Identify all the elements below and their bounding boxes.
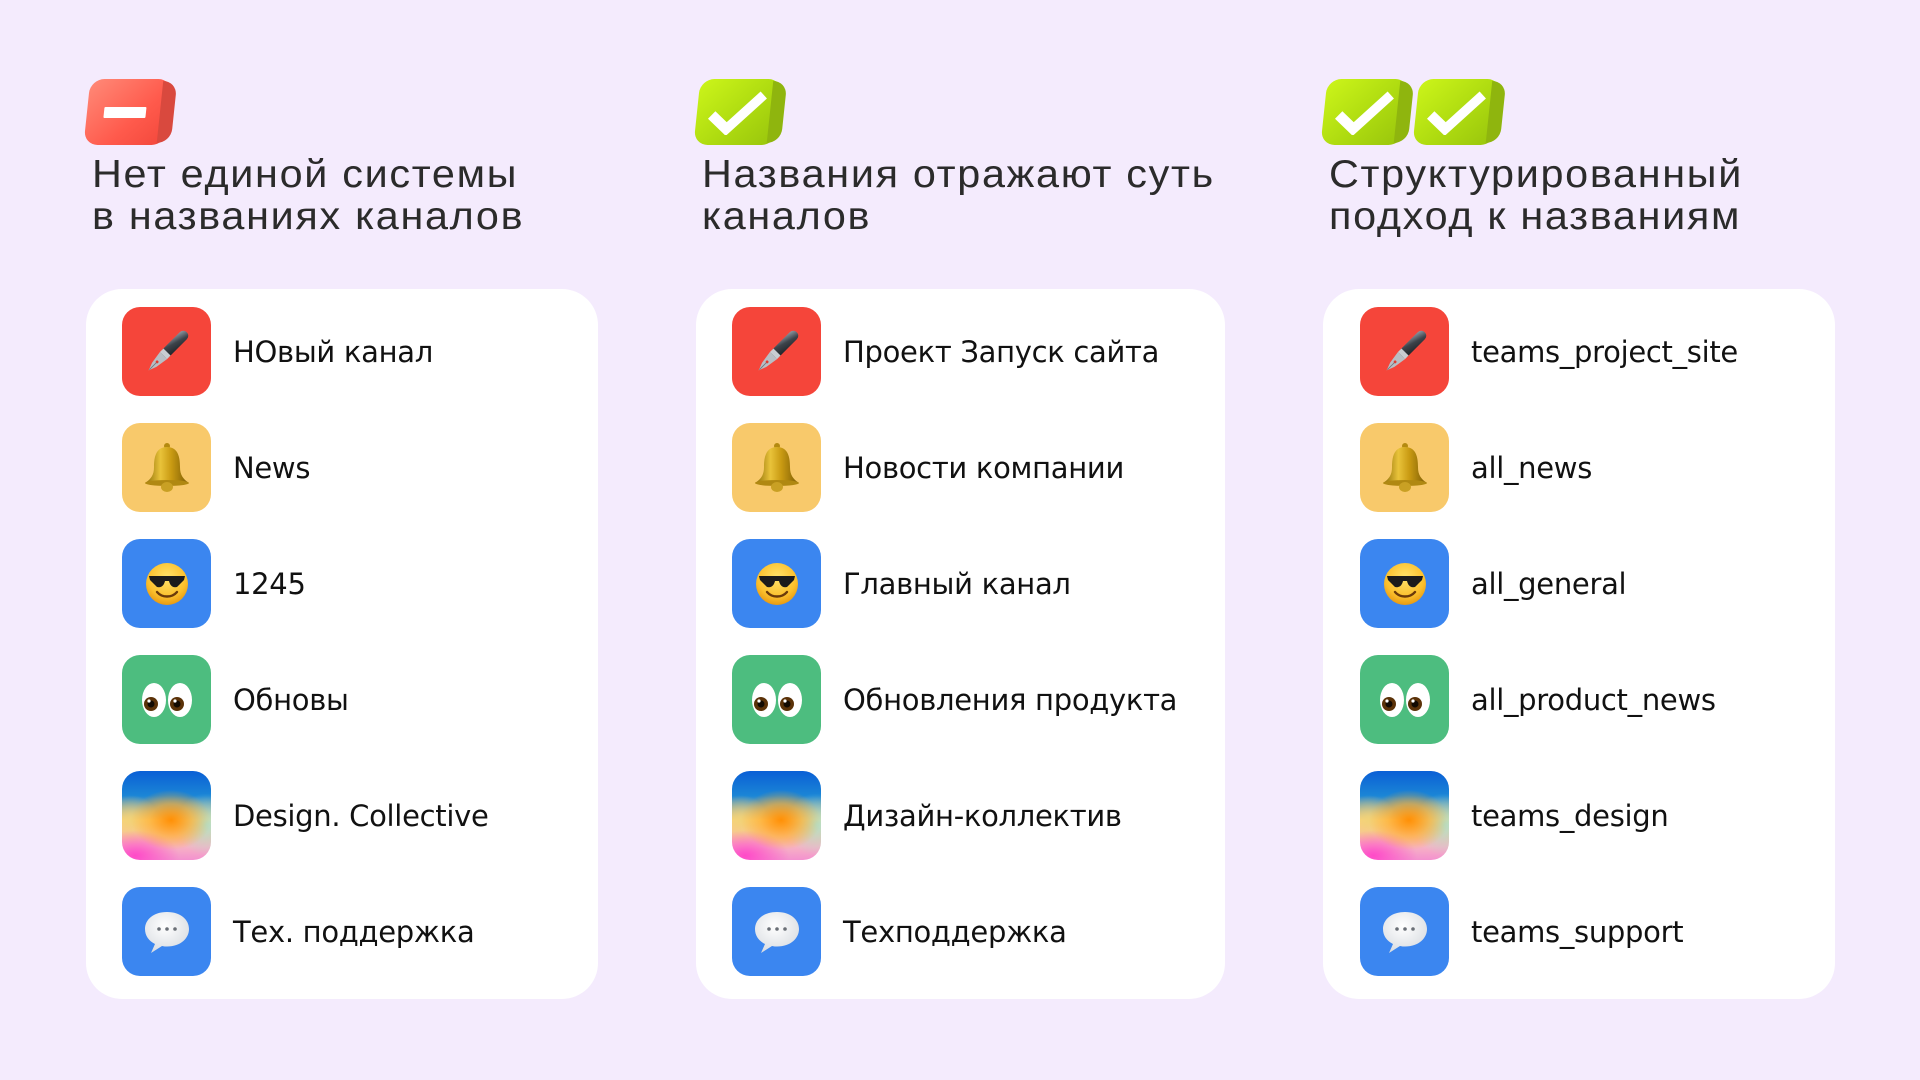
checkmark-icon [1426, 91, 1486, 135]
checkmark-icon [707, 91, 767, 135]
speech-bubble-icon [1382, 911, 1427, 953]
channel-avatar [1360, 539, 1449, 628]
channel-avatar [1360, 655, 1449, 744]
channel-avatar [122, 539, 211, 628]
eyes-icon [751, 682, 802, 717]
channel-list: Проект Запуск сайта Новости компании Гла… [732, 307, 1215, 1003]
channel-item[interactable]: Техподдержка [732, 887, 1215, 976]
channel-item[interactable]: all_product_news [1360, 655, 1825, 744]
channel-item[interactable]: Design. Collective [122, 771, 588, 860]
channel-list: teams_project_site all_news all_general [1360, 307, 1825, 1003]
sunglasses-smiley-icon [1383, 562, 1426, 605]
channel-name: Техподдержка [843, 914, 1067, 949]
column-badges [1320, 79, 1502, 147]
channel-list-card: НОвый канал News 1245 Обновы Design. Col… [86, 289, 598, 999]
channel-name: Тех. поддержка [233, 914, 475, 949]
channel-item[interactable]: teams_support [1360, 887, 1825, 976]
channel-avatar [732, 423, 821, 512]
bell-icon [1382, 442, 1427, 492]
channel-item[interactable]: Тех. поддержка [122, 887, 588, 976]
gradient-icon [732, 771, 821, 860]
bell-icon [754, 442, 799, 492]
sunglasses-smiley-icon [755, 562, 798, 605]
channel-name: НОвый канал [233, 334, 433, 369]
check-badge-icon [1320, 79, 1410, 145]
channel-avatar [732, 887, 821, 976]
channel-item[interactable]: Обновы [122, 655, 588, 744]
eyes-icon [141, 682, 192, 717]
gradient-icon [122, 771, 211, 860]
channel-item[interactable]: Новости компании [732, 423, 1215, 512]
channel-avatar [122, 771, 211, 860]
channel-name: Дизайн-коллектив [843, 798, 1122, 833]
channel-item[interactable]: teams_design [1360, 771, 1825, 860]
channel-avatar [1360, 423, 1449, 512]
channel-avatar [1360, 887, 1449, 976]
channel-avatar [1360, 771, 1449, 860]
minus-badge-icon [83, 79, 173, 145]
channel-name: News [233, 450, 311, 485]
channel-name: all_news [1471, 450, 1593, 485]
eyes-icon [1379, 682, 1430, 717]
channel-item[interactable]: Дизайн-коллектив [732, 771, 1215, 860]
channel-list-card: teams_project_site all_news all_general [1323, 289, 1835, 999]
check-badge-icon [693, 79, 783, 145]
sunglasses-smiley-icon [145, 562, 188, 605]
channel-name: 1245 [233, 566, 306, 601]
channel-avatar [732, 771, 821, 860]
channel-avatar [1360, 307, 1449, 396]
minus-bar [103, 107, 147, 118]
channel-list: НОвый канал News 1245 Обновы Design. Col… [122, 307, 588, 1003]
channel-name: Обновы [233, 682, 349, 717]
channel-name: teams_design [1471, 798, 1669, 833]
channel-name: teams_support [1471, 914, 1684, 949]
column-badges [83, 79, 173, 147]
channel-name: Design. Collective [233, 798, 489, 833]
fountain-pen-icon [148, 330, 188, 370]
checkmark-icon [1334, 91, 1394, 135]
fountain-pen-icon [758, 330, 798, 370]
column-title: Структурированный подход к названиям [1329, 153, 1743, 238]
column-title: Названия отражают суть каналов [702, 153, 1215, 238]
channel-name: Главный канал [843, 566, 1071, 601]
channel-avatar [732, 307, 821, 396]
channel-avatar [122, 887, 211, 976]
column-title: Нет единой системы в названиях каналов [92, 153, 525, 238]
bell-icon [144, 442, 189, 492]
channel-name: Обновления продукта [843, 682, 1178, 717]
channel-name: all_product_news [1471, 682, 1716, 717]
column-badges [693, 79, 783, 147]
gradient-icon [1360, 771, 1449, 860]
channel-item[interactable]: Проект Запуск сайта [732, 307, 1215, 396]
speech-bubble-icon [754, 911, 799, 953]
channel-avatar [122, 423, 211, 512]
fountain-pen-icon [1386, 330, 1426, 370]
channel-item[interactable]: News [122, 423, 588, 512]
channel-item[interactable]: all_general [1360, 539, 1825, 628]
check-badge-icon [1412, 79, 1502, 145]
channel-item[interactable]: НОвый канал [122, 307, 588, 396]
channel-avatar [122, 307, 211, 396]
channel-item[interactable]: Главный канал [732, 539, 1215, 628]
channel-item[interactable]: teams_project_site [1360, 307, 1825, 396]
channel-avatar [732, 539, 821, 628]
channel-item[interactable]: all_news [1360, 423, 1825, 512]
channel-item[interactable]: Обновления продукта [732, 655, 1215, 744]
channel-name: Проект Запуск сайта [843, 334, 1160, 369]
channel-avatar [732, 655, 821, 744]
channel-name: all_general [1471, 566, 1627, 601]
channel-list-card: Проект Запуск сайта Новости компании Гла… [696, 289, 1225, 999]
channel-item[interactable]: 1245 [122, 539, 588, 628]
channel-name: teams_project_site [1471, 334, 1738, 369]
speech-bubble-icon [144, 911, 189, 953]
channel-avatar [122, 655, 211, 744]
channel-name: Новости компании [843, 450, 1125, 485]
